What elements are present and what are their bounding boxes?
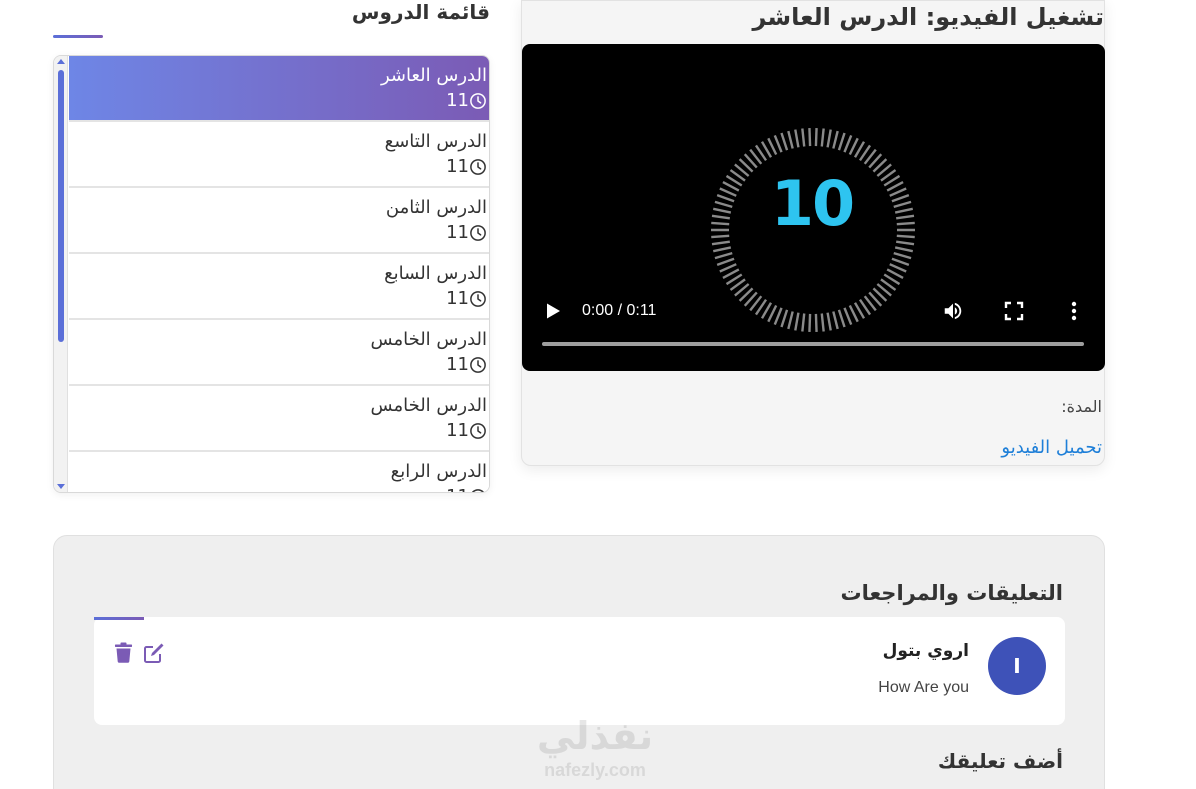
comments-title: التعليقات والمراجعات bbox=[840, 581, 1063, 605]
lesson-list-scrollbar[interactable] bbox=[54, 56, 68, 492]
lesson-item[interactable]: الدرس العاشر 11 bbox=[69, 56, 489, 122]
clock-icon bbox=[470, 93, 486, 109]
lesson-duration-value: 11 bbox=[446, 420, 469, 441]
volume-icon[interactable] bbox=[942, 300, 964, 322]
lesson-duration: 11 bbox=[69, 286, 487, 312]
countdown-number: 10 bbox=[770, 167, 855, 240]
lesson-duration: 11 bbox=[69, 88, 487, 114]
trash-icon[interactable] bbox=[114, 642, 133, 663]
lesson-name: الدرس السابع bbox=[384, 263, 487, 284]
lesson-name: الدرس العاشر bbox=[381, 65, 487, 86]
lesson-items: الدرس العاشر 11 الدرس التاسع 11 الدرس ال… bbox=[69, 56, 489, 492]
scroll-down-arrow-icon[interactable] bbox=[57, 484, 65, 489]
lesson-duration-value: 11 bbox=[446, 484, 469, 492]
lessons-title-underline bbox=[53, 35, 103, 38]
lesson-duration-value: 11 bbox=[446, 288, 469, 309]
lesson-item[interactable]: الدرس الخامس 11 bbox=[69, 386, 489, 452]
video-title: تشغيل الفيديو: الدرس العاشر bbox=[752, 3, 1104, 31]
lesson-item[interactable]: الدرس التاسع 11 bbox=[69, 122, 489, 188]
lesson-item[interactable]: الدرس الثامن 11 bbox=[69, 188, 489, 254]
duration-label: المدة: bbox=[1061, 397, 1102, 416]
lesson-list[interactable]: الدرس العاشر 11 الدرس التاسع 11 الدرس ال… bbox=[53, 55, 490, 493]
video-controls: 0:00 / 0:11 bbox=[522, 294, 1105, 371]
lesson-item[interactable]: الدرس السابع 11 bbox=[69, 254, 489, 320]
comment-card: I اروي بتول How Are you bbox=[94, 617, 1065, 725]
lesson-duration: 11 bbox=[69, 154, 487, 180]
video-card: تشغيل الفيديو: الدرس العاشر 10 0:00 / 0:… bbox=[521, 0, 1105, 466]
avatar: I bbox=[988, 637, 1046, 695]
lesson-duration: 11 bbox=[69, 352, 487, 378]
comment-author: اروي بتول bbox=[882, 641, 969, 661]
lesson-duration-value: 11 bbox=[446, 222, 469, 243]
clock-icon bbox=[470, 357, 486, 373]
lesson-item[interactable]: الدرس الرابع 11 bbox=[69, 452, 489, 492]
clock-icon bbox=[471, 489, 485, 492]
scroll-up-arrow-icon[interactable] bbox=[57, 59, 65, 64]
clock-icon bbox=[470, 225, 486, 241]
clock-icon bbox=[470, 423, 486, 439]
video-progress-bar[interactable] bbox=[542, 342, 1084, 346]
clock-icon bbox=[470, 159, 486, 175]
lessons-title: قائمة الدروس bbox=[351, 0, 490, 24]
lesson-name: الدرس الخامس bbox=[370, 395, 488, 416]
lesson-duration-value: 11 bbox=[446, 354, 469, 375]
lesson-duration: 11 bbox=[69, 484, 487, 492]
lesson-duration-value: 11 bbox=[446, 90, 469, 111]
comments-section: التعليقات والمراجعات I اروي بتول How Are… bbox=[53, 535, 1105, 789]
video-player[interactable]: 10 0:00 / 0:11 bbox=[522, 44, 1105, 371]
lesson-name: الدرس التاسع bbox=[384, 131, 487, 152]
lesson-duration: 11 bbox=[69, 418, 487, 444]
lesson-name: الدرس الخامس bbox=[370, 329, 488, 350]
fullscreen-icon[interactable] bbox=[1004, 301, 1024, 321]
lesson-name: الدرس الثامن bbox=[385, 197, 487, 218]
play-icon[interactable] bbox=[544, 302, 562, 320]
lesson-item[interactable]: الدرس الخامس 11 bbox=[69, 320, 489, 386]
download-video-link[interactable]: تحميل الفيديو bbox=[1001, 437, 1102, 458]
comment-card-accent bbox=[94, 617, 144, 620]
add-comment-title: أضف تعليقك bbox=[937, 749, 1063, 773]
edit-icon[interactable] bbox=[144, 642, 165, 663]
clock-icon bbox=[470, 291, 486, 307]
scrollbar-thumb[interactable] bbox=[58, 70, 64, 342]
lesson-duration-value: 11 bbox=[446, 156, 469, 177]
video-time: 0:00 / 0:11 bbox=[582, 302, 657, 319]
comment-text: How Are you bbox=[878, 679, 969, 696]
lesson-name: الدرس الرابع bbox=[390, 461, 487, 482]
lesson-duration: 11 bbox=[69, 220, 487, 246]
more-options-icon[interactable] bbox=[1065, 300, 1083, 322]
